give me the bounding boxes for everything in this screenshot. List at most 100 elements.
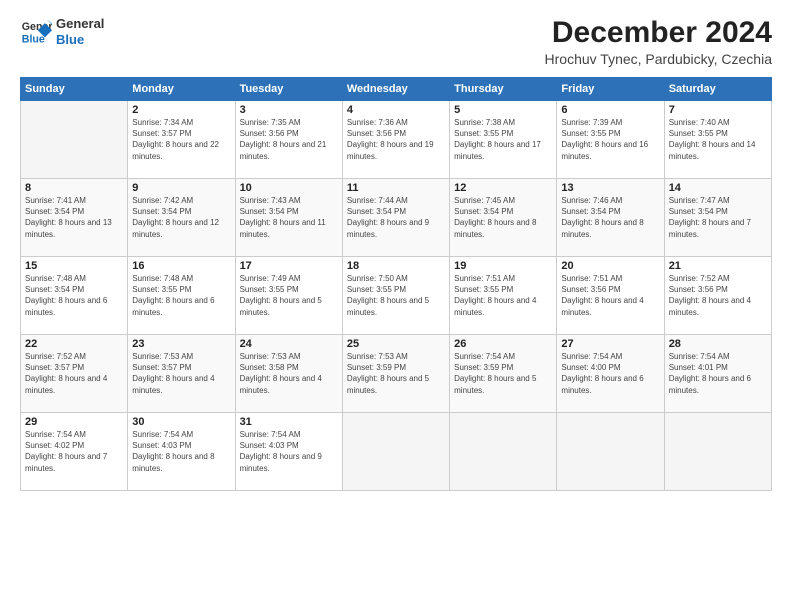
day-info: Sunrise: 7:43 AM Sunset: 3:54 PM Dayligh…	[240, 195, 338, 240]
day-number: 20	[561, 260, 659, 272]
calendar-cell: 19 Sunrise: 7:51 AM Sunset: 3:55 PM Dayl…	[450, 257, 557, 335]
calendar-cell	[664, 413, 771, 491]
calendar-cell: 14 Sunrise: 7:47 AM Sunset: 3:54 PM Dayl…	[664, 179, 771, 257]
calendar-week-4: 22 Sunrise: 7:52 AM Sunset: 3:57 PM Dayl…	[21, 335, 772, 413]
day-number: 10	[240, 182, 338, 194]
day-info: Sunrise: 7:54 AM Sunset: 4:02 PM Dayligh…	[25, 429, 123, 474]
day-number: 24	[240, 338, 338, 350]
calendar-cell: 3 Sunrise: 7:35 AM Sunset: 3:56 PM Dayli…	[235, 101, 342, 179]
day-info: Sunrise: 7:52 AM Sunset: 3:56 PM Dayligh…	[669, 273, 767, 318]
day-number: 6	[561, 104, 659, 116]
col-tuesday: Tuesday	[235, 78, 342, 101]
calendar-cell: 27 Sunrise: 7:54 AM Sunset: 4:00 PM Dayl…	[557, 335, 664, 413]
day-info: Sunrise: 7:36 AM Sunset: 3:56 PM Dayligh…	[347, 117, 445, 162]
col-thursday: Thursday	[450, 78, 557, 101]
header-row: Sunday Monday Tuesday Wednesday Thursday…	[21, 78, 772, 101]
day-info: Sunrise: 7:47 AM Sunset: 3:54 PM Dayligh…	[669, 195, 767, 240]
calendar-cell	[450, 413, 557, 491]
day-info: Sunrise: 7:46 AM Sunset: 3:54 PM Dayligh…	[561, 195, 659, 240]
day-number: 2	[132, 104, 230, 116]
day-number: 28	[669, 338, 767, 350]
day-info: Sunrise: 7:54 AM Sunset: 4:00 PM Dayligh…	[561, 351, 659, 396]
col-monday: Monday	[128, 78, 235, 101]
day-number: 22	[25, 338, 123, 350]
day-info: Sunrise: 7:52 AM Sunset: 3:57 PM Dayligh…	[25, 351, 123, 396]
day-number: 7	[669, 104, 767, 116]
day-number: 21	[669, 260, 767, 272]
main-title: December 2024	[545, 16, 772, 49]
day-number: 17	[240, 260, 338, 272]
day-number: 18	[347, 260, 445, 272]
day-info: Sunrise: 7:53 AM Sunset: 3:59 PM Dayligh…	[347, 351, 445, 396]
calendar-week-3: 15 Sunrise: 7:48 AM Sunset: 3:54 PM Dayl…	[21, 257, 772, 335]
col-friday: Friday	[557, 78, 664, 101]
day-number: 3	[240, 104, 338, 116]
calendar-cell: 8 Sunrise: 7:41 AM Sunset: 3:54 PM Dayli…	[21, 179, 128, 257]
calendar-cell: 25 Sunrise: 7:53 AM Sunset: 3:59 PM Dayl…	[342, 335, 449, 413]
day-info: Sunrise: 7:51 AM Sunset: 3:56 PM Dayligh…	[561, 273, 659, 318]
day-number: 29	[25, 416, 123, 428]
calendar-table: Sunday Monday Tuesday Wednesday Thursday…	[20, 77, 772, 491]
logo-icon: General Blue	[20, 16, 52, 48]
day-number: 26	[454, 338, 552, 350]
calendar-cell: 21 Sunrise: 7:52 AM Sunset: 3:56 PM Dayl…	[664, 257, 771, 335]
svg-text:Blue: Blue	[22, 34, 45, 46]
calendar-cell: 22 Sunrise: 7:52 AM Sunset: 3:57 PM Dayl…	[21, 335, 128, 413]
logo: General Blue General Blue	[20, 16, 104, 48]
day-number: 5	[454, 104, 552, 116]
col-sunday: Sunday	[21, 78, 128, 101]
calendar-cell: 31 Sunrise: 7:54 AM Sunset: 4:03 PM Dayl…	[235, 413, 342, 491]
col-wednesday: Wednesday	[342, 78, 449, 101]
day-info: Sunrise: 7:48 AM Sunset: 3:54 PM Dayligh…	[25, 273, 123, 318]
calendar-cell: 15 Sunrise: 7:48 AM Sunset: 3:54 PM Dayl…	[21, 257, 128, 335]
day-info: Sunrise: 7:40 AM Sunset: 3:55 PM Dayligh…	[669, 117, 767, 162]
day-number: 15	[25, 260, 123, 272]
day-info: Sunrise: 7:51 AM Sunset: 3:55 PM Dayligh…	[454, 273, 552, 318]
calendar-cell: 10 Sunrise: 7:43 AM Sunset: 3:54 PM Dayl…	[235, 179, 342, 257]
day-number: 8	[25, 182, 123, 194]
calendar-cell: 9 Sunrise: 7:42 AM Sunset: 3:54 PM Dayli…	[128, 179, 235, 257]
calendar-week-5: 29 Sunrise: 7:54 AM Sunset: 4:02 PM Dayl…	[21, 413, 772, 491]
calendar-cell: 28 Sunrise: 7:54 AM Sunset: 4:01 PM Dayl…	[664, 335, 771, 413]
day-number: 11	[347, 182, 445, 194]
page: General Blue General Blue December 2024 …	[0, 0, 792, 612]
day-info: Sunrise: 7:35 AM Sunset: 3:56 PM Dayligh…	[240, 117, 338, 162]
calendar-cell: 17 Sunrise: 7:49 AM Sunset: 3:55 PM Dayl…	[235, 257, 342, 335]
day-number: 31	[240, 416, 338, 428]
day-info: Sunrise: 7:48 AM Sunset: 3:55 PM Dayligh…	[132, 273, 230, 318]
logo-text: General Blue	[56, 16, 104, 47]
calendar-cell: 29 Sunrise: 7:54 AM Sunset: 4:02 PM Dayl…	[21, 413, 128, 491]
day-info: Sunrise: 7:42 AM Sunset: 3:54 PM Dayligh…	[132, 195, 230, 240]
day-number: 19	[454, 260, 552, 272]
calendar-cell	[557, 413, 664, 491]
calendar-cell: 5 Sunrise: 7:38 AM Sunset: 3:55 PM Dayli…	[450, 101, 557, 179]
day-info: Sunrise: 7:34 AM Sunset: 3:57 PM Dayligh…	[132, 117, 230, 162]
day-info: Sunrise: 7:38 AM Sunset: 3:55 PM Dayligh…	[454, 117, 552, 162]
day-number: 13	[561, 182, 659, 194]
day-number: 4	[347, 104, 445, 116]
day-info: Sunrise: 7:44 AM Sunset: 3:54 PM Dayligh…	[347, 195, 445, 240]
calendar-cell: 6 Sunrise: 7:39 AM Sunset: 3:55 PM Dayli…	[557, 101, 664, 179]
calendar-week-1: 2 Sunrise: 7:34 AM Sunset: 3:57 PM Dayli…	[21, 101, 772, 179]
day-info: Sunrise: 7:50 AM Sunset: 3:55 PM Dayligh…	[347, 273, 445, 318]
calendar-cell	[342, 413, 449, 491]
day-info: Sunrise: 7:53 AM Sunset: 3:57 PM Dayligh…	[132, 351, 230, 396]
day-number: 30	[132, 416, 230, 428]
header: General Blue General Blue December 2024 …	[20, 16, 772, 67]
calendar-cell: 2 Sunrise: 7:34 AM Sunset: 3:57 PM Dayli…	[128, 101, 235, 179]
day-number: 9	[132, 182, 230, 194]
title-block: December 2024 Hrochuv Tynec, Pardubicky,…	[545, 16, 772, 67]
day-info: Sunrise: 7:54 AM Sunset: 3:59 PM Dayligh…	[454, 351, 552, 396]
day-info: Sunrise: 7:54 AM Sunset: 4:01 PM Dayligh…	[669, 351, 767, 396]
calendar-cell: 4 Sunrise: 7:36 AM Sunset: 3:56 PM Dayli…	[342, 101, 449, 179]
calendar-cell: 26 Sunrise: 7:54 AM Sunset: 3:59 PM Dayl…	[450, 335, 557, 413]
calendar-cell: 20 Sunrise: 7:51 AM Sunset: 3:56 PM Dayl…	[557, 257, 664, 335]
day-info: Sunrise: 7:41 AM Sunset: 3:54 PM Dayligh…	[25, 195, 123, 240]
calendar-cell: 11 Sunrise: 7:44 AM Sunset: 3:54 PM Dayl…	[342, 179, 449, 257]
day-number: 14	[669, 182, 767, 194]
calendar-cell: 13 Sunrise: 7:46 AM Sunset: 3:54 PM Dayl…	[557, 179, 664, 257]
day-info: Sunrise: 7:54 AM Sunset: 4:03 PM Dayligh…	[240, 429, 338, 474]
subtitle: Hrochuv Tynec, Pardubicky, Czechia	[545, 51, 772, 67]
col-saturday: Saturday	[664, 78, 771, 101]
day-info: Sunrise: 7:39 AM Sunset: 3:55 PM Dayligh…	[561, 117, 659, 162]
